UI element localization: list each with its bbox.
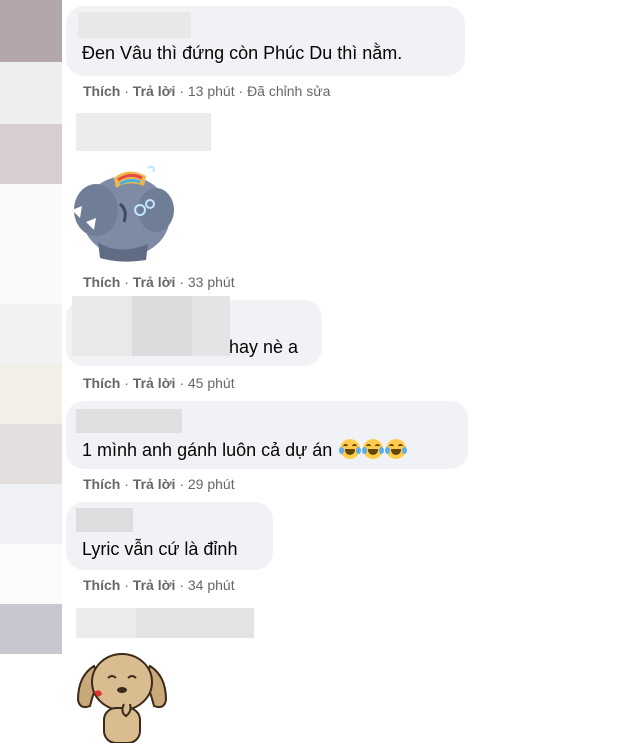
timestamp[interactable]: 29 phút [188,476,235,492]
separator: · [179,375,184,391]
edited-label[interactable]: Đã chỉnh sửa [247,83,330,99]
commenter-name-blurred[interactable] [132,296,192,356]
commenter-name-blurred[interactable] [192,296,230,356]
like-button[interactable]: Thích [83,375,120,391]
reply-button[interactable]: Trả lời [133,577,176,593]
comment-text: Đen Vâu thì đứng còn Phúc Du thì nằm. [82,43,403,63]
timestamp[interactable]: 13 phút [188,83,235,99]
commenter-name-blurred[interactable] [136,608,254,638]
timestamp[interactable]: 45 phút [188,375,235,391]
timestamp[interactable]: 33 phút [188,274,235,290]
avatar[interactable] [0,364,62,424]
comment-text: hay nè a [229,337,299,357]
comment-actions: Thích · Trả lời · 45 phút [83,375,235,391]
commenter-name-blurred[interactable] [76,113,211,151]
separator: · [124,577,129,593]
avatar[interactable] [0,124,62,184]
like-button[interactable]: Thích [83,274,120,290]
timestamp[interactable]: 34 phút [188,577,235,593]
avatar[interactable] [0,484,62,544]
face-with-tears-of-joy-icon [339,439,362,459]
reply-button[interactable]: Trả lời [133,274,176,290]
separator: · [179,476,184,492]
avatar[interactable] [0,0,62,62]
avatar[interactable] [0,304,62,364]
separator: · [179,274,184,290]
avatar[interactable] [0,604,62,654]
reply-button[interactable]: Trả lời [133,375,176,391]
avatar [0,544,62,604]
separator: · [124,375,129,391]
separator: · [124,83,129,99]
elephant-sticker[interactable] [68,160,176,269]
separator: · [238,83,244,99]
commenter-name-blurred[interactable] [76,409,182,433]
separator: · [179,577,184,593]
like-button[interactable]: Thích [83,476,120,492]
commenter-name-blurred[interactable] [72,296,132,356]
avatar [0,62,62,124]
comment-text: Lyric vẫn cứ là đỉnh [82,539,238,559]
face-with-tears-of-joy-icon [362,439,385,459]
comment-actions: Thích · Trả lời · 29 phút [83,476,235,492]
separator: · [124,274,129,290]
reply-button[interactable]: Trả lời [133,83,176,99]
avatar [0,184,62,304]
commenter-name-blurred[interactable] [76,608,136,638]
comment-actions: Thích · Trả lời · 33 phút [83,274,235,290]
like-button[interactable]: Thích [83,83,120,99]
like-button[interactable]: Thích [83,577,120,593]
comment-text: 1 mình anh gánh luôn cả dự án [82,439,408,461]
separator: · [179,83,184,99]
avatar[interactable] [0,424,62,484]
commenter-name-blurred[interactable] [78,12,191,38]
dog-sticker[interactable] [72,648,172,748]
comment-actions: Thích · Trả lời · 13 phút · Đã chỉnh sửa [83,83,330,99]
commenter-name-blurred[interactable] [76,508,133,532]
comment-actions: Thích · Trả lời · 34 phút [83,577,235,593]
face-with-tears-of-joy-icon [385,439,408,459]
avatar-column [0,0,62,743]
reply-button[interactable]: Trả lời [133,476,176,492]
separator: · [124,476,129,492]
